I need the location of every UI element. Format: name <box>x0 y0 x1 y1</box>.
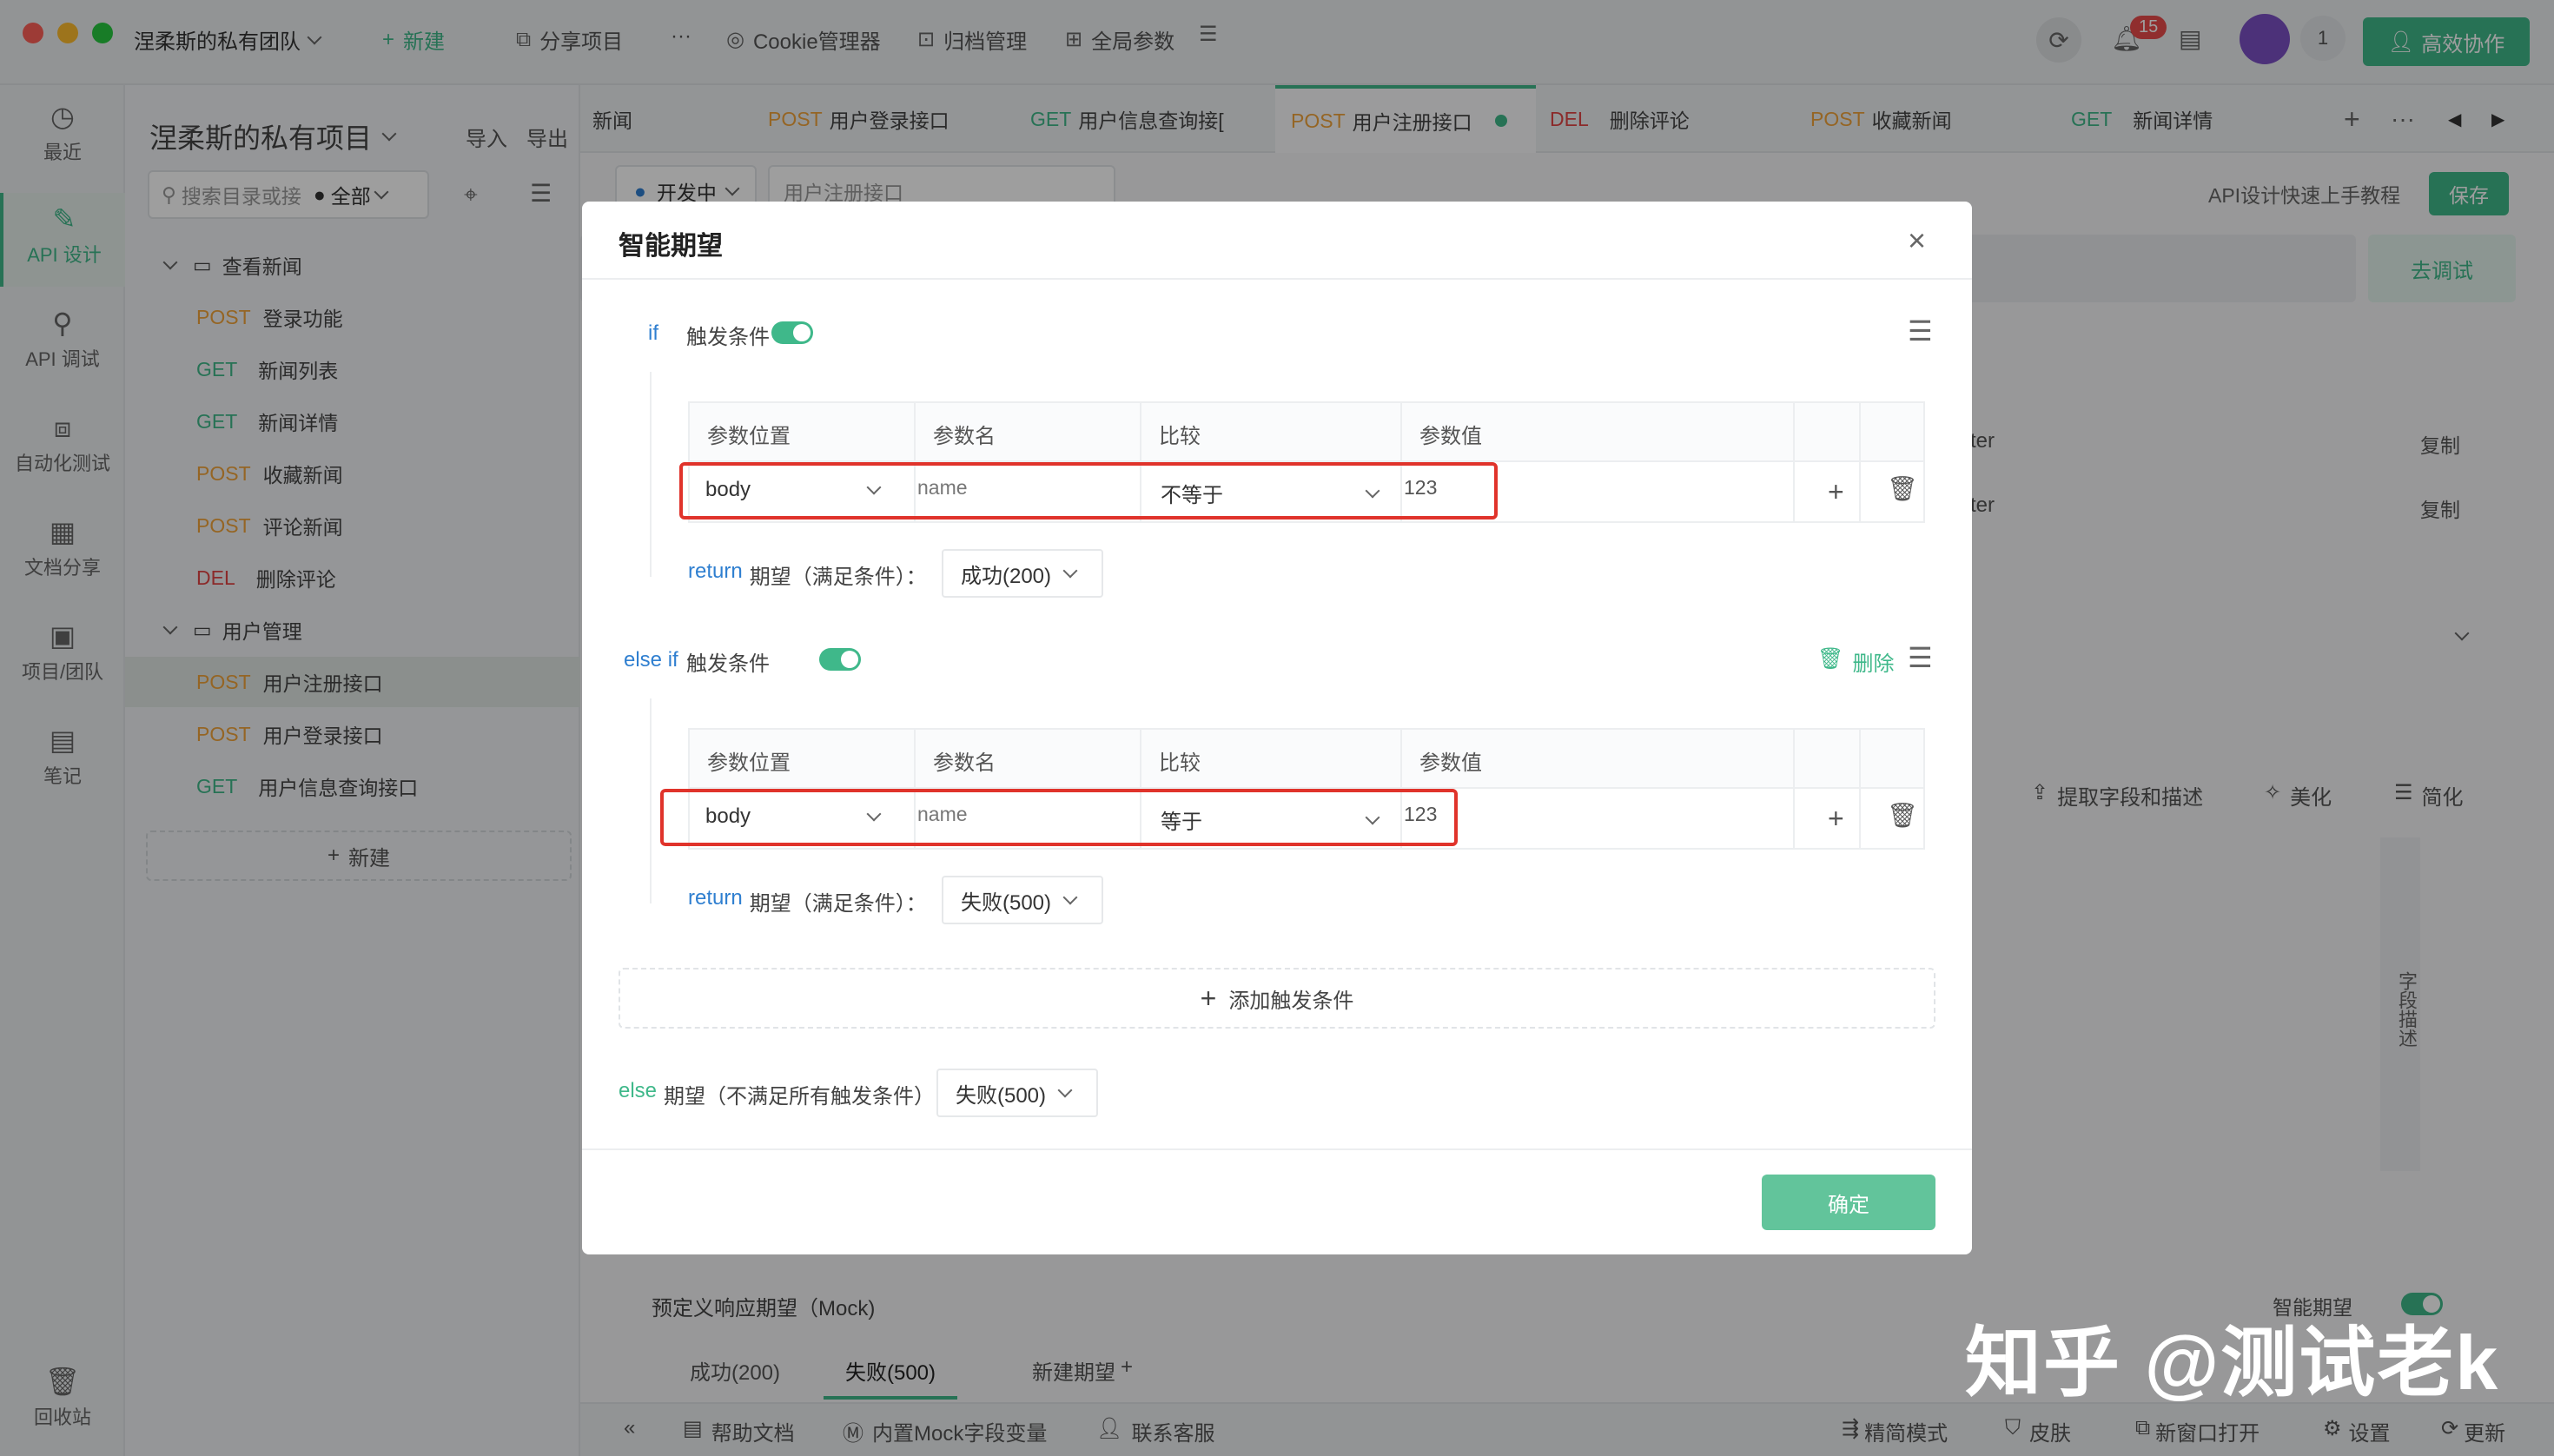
add-row-icon[interactable]: + <box>1828 476 1844 508</box>
chevron-down-icon <box>1366 483 1380 498</box>
table-header <box>690 730 1923 789</box>
return-row-2: return期望（满足条件）： <box>688 886 927 917</box>
trigger-label: 触发条件 <box>686 320 770 350</box>
compare-select-2[interactable]: 等于 <box>1161 804 1378 835</box>
header-name: 参数名 <box>933 419 996 449</box>
delete-branch-button[interactable]: 🗑︎ 删除 <box>1817 646 1894 677</box>
compare-value: 等于 <box>1161 804 1202 835</box>
col-divider <box>1793 403 1795 521</box>
elseif-block-line <box>650 698 652 903</box>
return-value: 失败(500) <box>961 885 1051 916</box>
compare-select-1[interactable]: 不等于 <box>1161 478 1378 508</box>
if-block-line <box>650 372 652 577</box>
header-compare: 比较 <box>1159 745 1201 776</box>
watermark: 知乎 @测试老k <box>1965 1301 2499 1412</box>
header-location: 参数位置 <box>707 419 791 449</box>
chevron-down-icon <box>1366 810 1380 824</box>
confirm-button[interactable]: 确定 <box>1762 1175 1935 1230</box>
plus-icon: + <box>1201 983 1217 1015</box>
header-name: 参数名 <box>933 745 996 776</box>
compare-value: 不等于 <box>1161 478 1223 508</box>
if-label: if <box>648 321 658 345</box>
else-value: 失败(500) <box>956 1078 1046 1109</box>
chevron-down-icon <box>867 480 882 495</box>
add-condition-label: 添加触发条件 <box>1228 983 1353 1014</box>
location-select-1[interactable]: body <box>705 478 879 502</box>
close-icon[interactable]: × <box>1908 222 1926 259</box>
delete-row-icon[interactable]: 🗑︎ <box>1887 474 1918 503</box>
chevron-down-icon <box>1063 564 1078 579</box>
header-value: 参数值 <box>1419 419 1482 449</box>
header-location: 参数位置 <box>707 745 791 776</box>
col-divider <box>1793 730 1795 848</box>
else-label: 期望（不满足所有触发条件） <box>664 1079 935 1109</box>
location-value: body <box>705 478 751 502</box>
footer-divider <box>582 1148 1972 1150</box>
return-label: 期望（满足条件）： <box>750 886 927 917</box>
location-value: body <box>705 804 751 829</box>
col-divider <box>1859 403 1861 521</box>
if-keyword: if <box>648 321 658 346</box>
return-select-2[interactable]: 失败(500) <box>942 876 1103 924</box>
chevron-down-icon <box>1058 1083 1073 1098</box>
chevron-down-icon <box>867 807 882 822</box>
trigger-label-2: 触发条件 <box>686 646 770 677</box>
header-divider <box>582 278 1972 280</box>
trigger-toggle[interactable] <box>771 321 813 344</box>
param-name-input-1[interactable]: name <box>917 476 968 500</box>
return-row-1: return期望（满足条件）： <box>688 559 927 590</box>
return-keyword: return <box>688 559 743 590</box>
chevron-down-icon <box>1063 890 1078 905</box>
table-header <box>690 403 1923 462</box>
param-value-input-1[interactable]: 123 <box>1404 476 1437 500</box>
trigger-toggle-2[interactable] <box>819 648 861 671</box>
return-value: 成功(200) <box>961 559 1051 589</box>
else-keyword: else <box>619 1079 657 1109</box>
return-keyword: return <box>688 886 743 917</box>
dialog-title: 智能期望 <box>619 224 723 262</box>
trash-icon: 🗑︎ <box>1817 646 1843 677</box>
header-compare: 比较 <box>1159 419 1201 449</box>
location-select-2[interactable]: body <box>705 804 879 829</box>
elseif-label: else if <box>624 648 678 672</box>
elseif-keyword: else if <box>624 648 678 672</box>
drag-handle-icon[interactable]: ☰ <box>1908 314 1933 347</box>
param-name-input-2[interactable]: name <box>917 803 968 826</box>
header-value: 参数值 <box>1419 745 1482 776</box>
col-divider <box>1859 730 1861 848</box>
delete-label: 删除 <box>1852 646 1894 677</box>
return-label: 期望（满足条件）： <box>750 559 927 590</box>
delete-row-icon[interactable]: 🗑︎ <box>1887 801 1918 830</box>
drag-handle-icon[interactable]: ☰ <box>1908 641 1933 674</box>
else-row: else期望（不满足所有触发条件） <box>619 1079 935 1109</box>
param-value-input-2[interactable]: 123 <box>1404 803 1437 826</box>
else-select[interactable]: 失败(500) <box>936 1069 1098 1117</box>
return-select-1[interactable]: 成功(200) <box>942 549 1103 598</box>
add-row-icon[interactable]: + <box>1828 803 1844 835</box>
smart-expectation-dialog: 智能期望 × if 触发条件 ☰ 参数位置 参数名 比较 参数值 + 🗑︎ bo… <box>582 202 1972 1254</box>
add-condition-button[interactable]: + 添加触发条件 <box>619 968 1935 1029</box>
